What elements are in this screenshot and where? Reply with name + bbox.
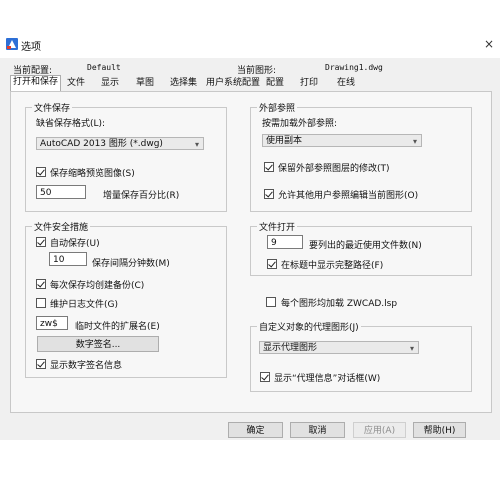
proxy-graphics-select[interactable]: 显示代理图形 ▾ [259,341,419,354]
file-save-title: 文件保存 [32,101,73,114]
default-format-label: 缺省保存格式(L): [36,119,106,129]
file-open-title: 文件打开 [257,220,298,233]
autosave-label: 自动保存(U) [50,239,100,249]
proxy-graphics-value: 显示代理图形 [263,343,318,353]
drawing-value: Drawing1.dwg [325,63,383,72]
chevron-down-icon: ▾ [409,344,414,353]
backup-checkbox[interactable] [36,279,46,289]
chevron-down-icon: ▾ [194,140,199,149]
show-signature-label: 显示数字签名信息 [50,361,123,371]
temp-extension-label: 临时文件的扩展名(E) [75,322,160,332]
show-signature-checkbox[interactable] [36,359,46,369]
thumbnail-checkbox[interactable] [36,167,46,177]
xref-load-value: 使用副本 [266,136,303,146]
tab-open-save[interactable]: 打开和保存 [10,75,62,91]
proxy-title: 自定义对象的代理图形(J) [257,320,361,333]
title-bar: 选项 × [0,30,500,58]
apply-button[interactable]: 应用(A) [353,422,406,438]
incremental-save-input[interactable]: 50 [36,185,86,199]
profile-value: Default [87,63,121,72]
drawing-label: 当前图形: [237,66,277,76]
tab-files[interactable]: 文件 [65,77,87,90]
tab-profiles[interactable]: 配置 [264,77,286,90]
tab-display[interactable]: 显示 [99,77,121,90]
window-title: 选项 [21,42,41,53]
full-path-label: 在标题中显示完整路径(F) [281,261,384,271]
tab-user-preferences[interactable]: 用户系统配置 [204,77,262,90]
tab-online[interactable]: 在线 [335,77,357,90]
autosave-checkbox[interactable] [36,237,46,247]
allow-xref-edit-label: 允许其他用户参照编辑当前图形(O) [278,191,419,201]
save-interval-input[interactable]: 10 [49,252,87,266]
log-file-label: 维护日志文件(G) [50,300,118,310]
keep-xref-changes-checkbox[interactable] [264,162,274,172]
load-lsp-checkbox[interactable] [266,297,276,307]
close-icon[interactable]: × [484,37,494,51]
xref-load-label: 按需加载外部参照: [262,119,338,129]
digital-signature-button[interactable]: 数字签名... [37,336,159,352]
allow-xref-edit-checkbox[interactable] [264,189,274,199]
incremental-save-label: 增量保存百分比(R) [103,191,180,201]
temp-extension-input[interactable]: zw$ [36,316,68,330]
file-safety-title: 文件安全措施 [32,220,91,233]
ok-button[interactable]: 确定 [228,422,283,438]
save-interval-label: 保存间隔分钟数(M) [92,259,170,269]
recent-files-label: 要列出的最近使用文件数(N) [309,241,422,251]
default-format-value: AutoCAD 2013 图形 (*.dwg) [40,139,163,149]
proxy-dialog-checkbox[interactable] [260,372,270,382]
recent-files-input[interactable]: 9 [267,235,303,249]
log-file-checkbox[interactable] [36,298,46,308]
app-icon [6,38,18,50]
xref-load-select[interactable]: 使用副本 ▾ [262,134,422,147]
help-button[interactable]: 帮助(H) [413,422,466,438]
tab-selection[interactable]: 选择集 [168,77,199,90]
xref-title: 外部参照 [257,101,298,114]
tab-drafting[interactable]: 草图 [134,77,156,90]
cancel-button[interactable]: 取消 [290,422,345,438]
proxy-dialog-label: 显示“代理信息”对话框(W) [274,374,381,384]
full-path-checkbox[interactable] [267,259,277,269]
tab-plot[interactable]: 打印 [298,77,320,90]
backup-label: 每次保存均创建备份(C) [50,281,145,291]
chevron-down-icon: ▾ [412,137,417,146]
default-format-select[interactable]: AutoCAD 2013 图形 (*.dwg) ▾ [36,137,204,150]
thumbnail-label: 保存缩略预览图像(S) [50,169,135,179]
keep-xref-changes-label: 保留外部参照图层的修改(T) [278,164,390,174]
load-lsp-label: 每个图形均加载 ZWCAD.lsp [281,299,398,309]
